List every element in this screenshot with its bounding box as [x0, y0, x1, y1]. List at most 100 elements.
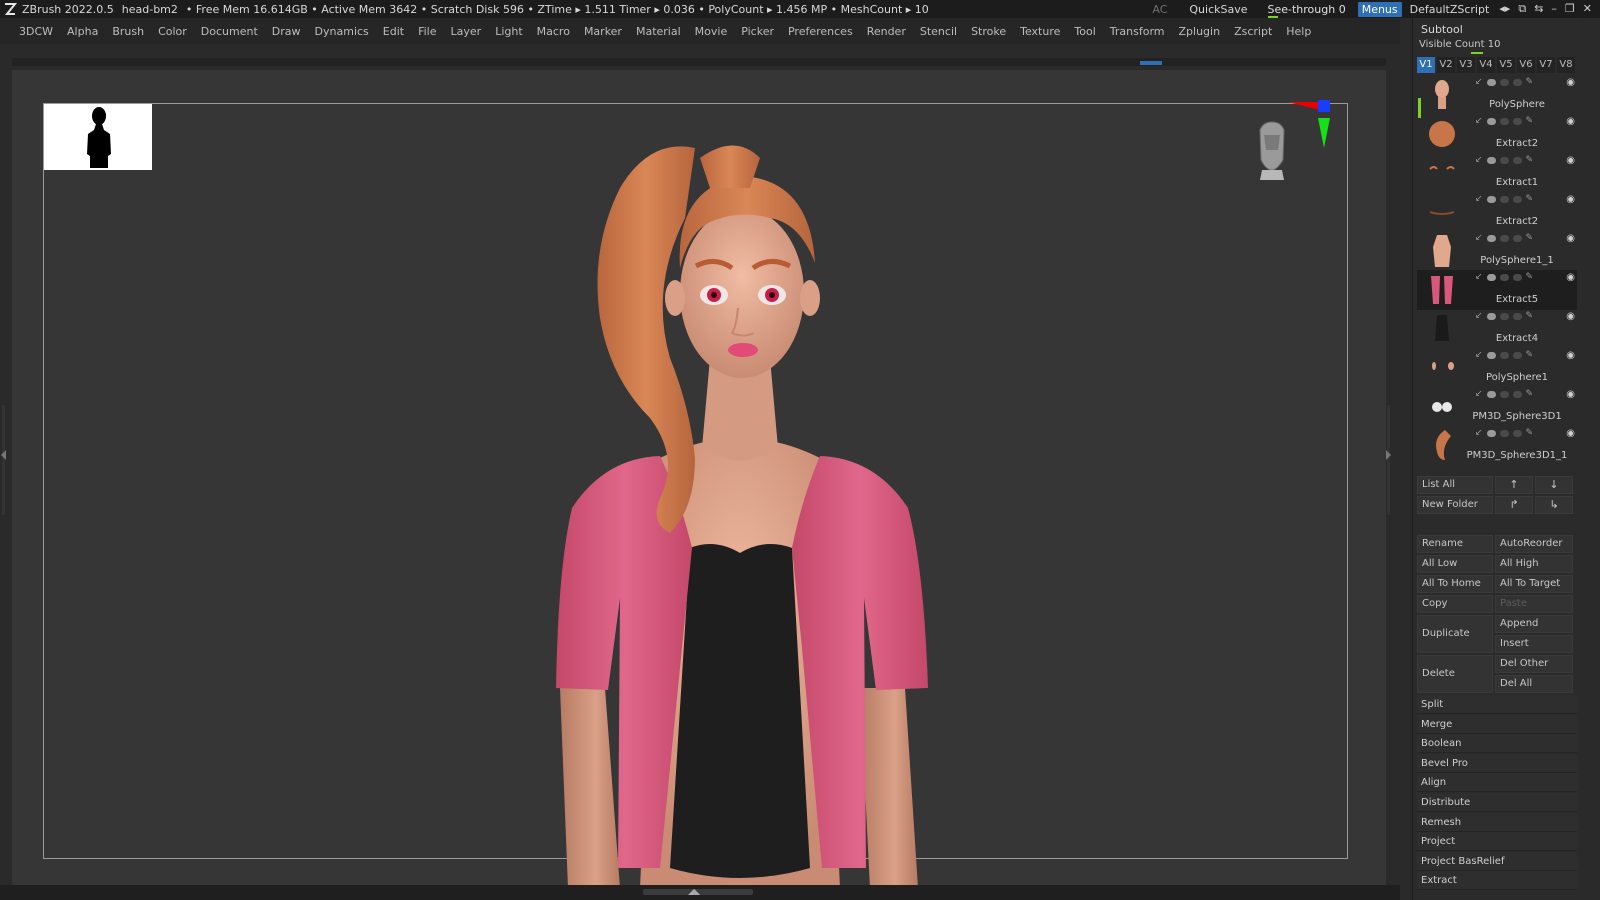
ponytail-thumb-icon[interactable] — [1427, 428, 1457, 462]
menu-3dcw[interactable]: 3DCW — [12, 25, 60, 38]
brush-icon[interactable]: ✎ — [1526, 311, 1534, 321]
toggle-icon[interactable] — [1499, 390, 1509, 398]
section-project[interactable]: Project — [1417, 832, 1577, 852]
polypaint-icon[interactable]: ↙ — [1475, 155, 1483, 165]
menu-dynamics[interactable]: Dynamics — [308, 25, 376, 38]
toggle-icon[interactable] — [1486, 117, 1496, 125]
brush-icon[interactable]: ✎ — [1526, 428, 1534, 438]
menu-material[interactable]: Material — [629, 25, 688, 38]
section-split[interactable]: Split — [1417, 695, 1577, 714]
right-tray-handle[interactable] — [1384, 405, 1392, 515]
polypaint-icon[interactable]: ↙ — [1475, 350, 1483, 360]
folder-up-icon[interactable]: ↱ — [1495, 496, 1533, 514]
toggle-icon[interactable] — [1499, 312, 1509, 320]
menu-draw[interactable]: Draw — [265, 25, 308, 38]
top-thumb-icon[interactable] — [1427, 311, 1457, 345]
menu-marker[interactable]: Marker — [577, 25, 629, 38]
polypaint-icon[interactable]: ↙ — [1475, 311, 1483, 321]
menu-render[interactable]: Render — [860, 25, 913, 38]
tab-v8[interactable]: V8 — [1557, 57, 1575, 73]
eye-icon[interactable]: ◉ — [1566, 389, 1575, 400]
toggle-icon[interactable] — [1512, 429, 1522, 437]
paste-button[interactable]: Paste — [1495, 595, 1573, 613]
toggle-icon[interactable] — [1499, 156, 1509, 164]
toggle-icon[interactable] — [1512, 156, 1522, 164]
subtool-row[interactable]: ↙ ✎ ◉ Extract1 — [1417, 153, 1577, 193]
toggle-icon[interactable] — [1512, 234, 1522, 242]
sculpt-model[interactable] — [510, 128, 970, 891]
section-merge[interactable]: Merge — [1417, 714, 1577, 734]
toggle-icon[interactable] — [1499, 195, 1509, 203]
menus-button[interactable]: Menus — [1357, 1, 1402, 17]
left-tray-handle[interactable] — [0, 405, 8, 515]
eye-icon[interactable]: ◉ — [1566, 155, 1575, 166]
hair-thumb-icon[interactable] — [1427, 116, 1457, 150]
menu-edit[interactable]: Edit — [376, 25, 411, 38]
all-high-button[interactable]: All High — [1495, 555, 1573, 573]
menu-brush[interactable]: Brush — [105, 25, 151, 38]
menu-stroke[interactable]: Stroke — [964, 25, 1013, 38]
section-align[interactable]: Align — [1417, 773, 1577, 793]
insert-button[interactable]: Insert — [1495, 635, 1573, 653]
navigation-gizmo[interactable] — [1250, 100, 1340, 213]
polypaint-icon[interactable]: ↙ — [1475, 233, 1483, 243]
lashes-thumb-icon[interactable] — [1427, 194, 1457, 228]
brush-icon[interactable]: ✎ — [1526, 389, 1534, 399]
move-down-icon[interactable]: ↓ — [1535, 476, 1573, 494]
quicksave-button[interactable]: QuickSave — [1177, 3, 1259, 16]
ears-thumb-icon[interactable] — [1427, 350, 1457, 384]
brush-icon[interactable]: ✎ — [1526, 350, 1534, 360]
expand-up-icon[interactable]: ◢◣ — [688, 887, 700, 896]
head-thumb-icon[interactable] — [1427, 77, 1457, 111]
brush-icon[interactable]: ✎ — [1526, 194, 1534, 204]
menu-picker[interactable]: Picker — [734, 25, 781, 38]
section-boolean[interactable]: Boolean — [1417, 734, 1577, 754]
menu-tool[interactable]: Tool — [1067, 25, 1102, 38]
menu-preferences[interactable]: Preferences — [781, 25, 860, 38]
append-button[interactable]: Append — [1495, 615, 1573, 633]
tab-v7[interactable]: V7 — [1537, 57, 1555, 73]
minimize-icon[interactable]: – — [1551, 2, 1557, 16]
list-all-button[interactable]: List All — [1417, 476, 1493, 494]
menu-texture[interactable]: Texture — [1013, 25, 1067, 38]
menu-document[interactable]: Document — [194, 25, 265, 38]
duplicate-button[interactable]: Duplicate — [1417, 615, 1493, 653]
menu-color[interactable]: Color — [151, 25, 194, 38]
rename-button[interactable]: Rename — [1417, 535, 1493, 553]
polypaint-icon[interactable]: ↙ — [1475, 428, 1483, 438]
subtool-row[interactable]: ↙ ✎ ◉ Extract4 — [1417, 309, 1577, 349]
tab-v3[interactable]: V3 — [1457, 57, 1475, 73]
polypaint-icon[interactable]: ↙ — [1475, 116, 1483, 126]
menu-macro[interactable]: Macro — [530, 25, 577, 38]
section-bevel-pro[interactable]: Bevel Pro — [1417, 753, 1577, 773]
menu-layer[interactable]: Layer — [444, 25, 489, 38]
menu-zplugin[interactable]: Zplugin — [1172, 25, 1228, 38]
eye-icon[interactable]: ◉ — [1566, 272, 1575, 283]
del-other-button[interactable]: Del Other — [1495, 655, 1573, 673]
section-distribute[interactable]: Distribute — [1417, 793, 1577, 812]
polypaint-icon[interactable]: ↙ — [1475, 272, 1483, 282]
toggle-icon[interactable] — [1486, 312, 1496, 320]
toggle-icon[interactable] — [1499, 234, 1509, 242]
menu-movie[interactable]: Movie — [688, 25, 735, 38]
folder-down-icon[interactable]: ↳ — [1535, 496, 1573, 514]
subtool-row[interactable]: ↙ ✎ ◉ PM3D_Sphere3D1_1 — [1417, 426, 1577, 466]
autoreorder-button[interactable]: AutoReorder — [1495, 535, 1573, 553]
brush-icon[interactable]: ✎ — [1526, 116, 1534, 126]
toggle-icon[interactable] — [1486, 351, 1496, 359]
eye-icon[interactable]: ◉ — [1566, 194, 1575, 205]
subtool-row[interactable]: ↙ ✎ ◉ Extract5 — [1417, 270, 1577, 310]
subtool-row[interactable]: ↙ ✎ ◉ PolySphere — [1417, 75, 1577, 115]
delete-button[interactable]: Delete — [1417, 655, 1493, 693]
menu-light[interactable]: Light — [488, 25, 529, 38]
del-all-button[interactable]: Del All — [1495, 675, 1573, 693]
brows-thumb-icon[interactable] — [1427, 155, 1457, 189]
toggle-icon[interactable] — [1486, 156, 1496, 164]
menu-help[interactable]: Help — [1279, 25, 1318, 38]
subtool-row[interactable]: ↙ ✎ ◉ Extract2 — [1417, 192, 1577, 232]
menu-transform[interactable]: Transform — [1103, 25, 1172, 38]
toggle-icon[interactable] — [1512, 78, 1522, 86]
brush-icon[interactable]: ✎ — [1526, 155, 1534, 165]
all-to-target-button[interactable]: All To Target — [1495, 575, 1573, 593]
toggle-icon[interactable] — [1512, 351, 1522, 359]
